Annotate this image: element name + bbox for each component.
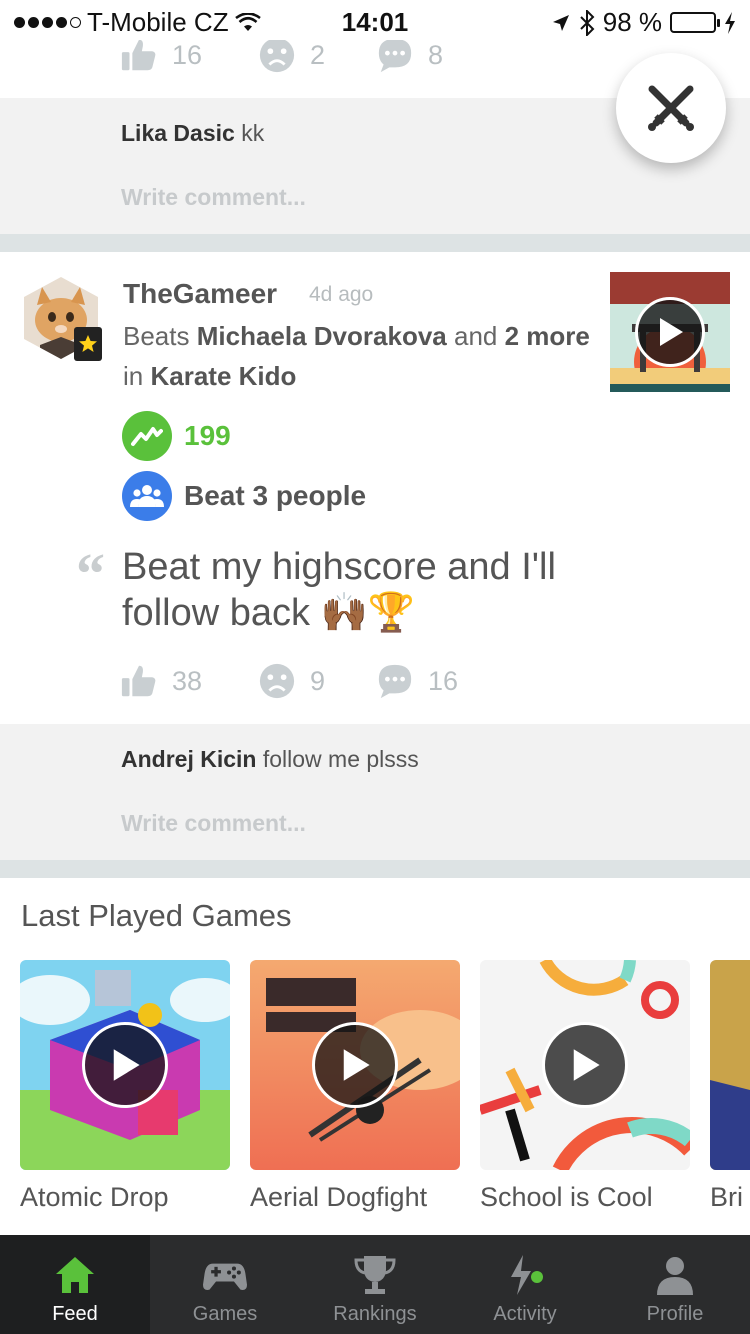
battery-percent: 98 % xyxy=(602,7,662,37)
tab-rankings[interactable]: Rankings xyxy=(300,1235,450,1334)
comments-button[interactable]: 8 xyxy=(376,36,514,74)
gamepad-icon xyxy=(203,1263,247,1290)
like-button[interactable]: 16 xyxy=(120,36,258,74)
game-art xyxy=(480,960,690,1170)
beat-people-stat: Beat 3 people xyxy=(122,471,366,521)
post-comments-section: Andrej Kicin follow me plsss Write comme… xyxy=(0,724,750,860)
tab-activity[interactable]: Activity xyxy=(450,1235,600,1334)
prev-post-reactions: 16 2 8 xyxy=(120,36,514,74)
play-button[interactable] xyxy=(635,297,705,367)
tab-label: Feed xyxy=(52,1303,98,1325)
tab-label: Rankings xyxy=(333,1303,417,1325)
game-card-school-is-cool[interactable]: School is Cool xyxy=(480,960,690,1213)
play-button[interactable] xyxy=(82,1022,168,1108)
more-count[interactable]: 2 more xyxy=(505,321,590,351)
tab-games[interactable]: Games xyxy=(150,1235,300,1334)
like-count: 16 xyxy=(172,39,203,70)
tab-profile[interactable]: Profile xyxy=(600,1235,750,1334)
game-card-atomic-drop[interactable]: Atomic Drop xyxy=(20,960,230,1213)
sad-count: 9 xyxy=(310,665,326,696)
comment-author: Andrej Kicin xyxy=(121,746,257,772)
trophy-icon xyxy=(354,1256,396,1294)
tab-feed[interactable]: Feed xyxy=(0,1235,150,1334)
sad-count: 2 xyxy=(310,39,326,70)
star-badge-icon xyxy=(74,327,102,361)
sad-face-icon xyxy=(259,37,295,73)
like-count: 38 xyxy=(172,665,203,696)
comment-bubble-icon xyxy=(378,38,412,73)
write-comment-input[interactable]: Write comment... xyxy=(121,184,306,211)
game-name: Aerial Dogfight xyxy=(250,1182,428,1212)
game-name: School is Cool xyxy=(480,1182,653,1212)
tab-bar: Feed Games Rankings Activity Profile xyxy=(0,1235,750,1334)
crossed-swords-icon xyxy=(648,85,694,131)
game-name[interactable]: Karate Kido xyxy=(150,361,296,391)
post-reactions: 38 9 16 xyxy=(120,662,514,700)
post-quote: Beat my highscore and I'll follow back 🙌… xyxy=(122,546,556,634)
comment: Lika Dasic kk xyxy=(121,120,264,147)
play-icon xyxy=(343,1049,370,1081)
divider xyxy=(0,860,750,878)
bluetooth-icon xyxy=(580,9,595,36)
status-bar: T-Mobile CZ 14:01 98 % xyxy=(0,0,750,40)
quote-mark-icon: “ xyxy=(76,541,105,606)
comments-button[interactable]: 16 xyxy=(376,662,514,700)
sad-face-icon xyxy=(259,663,295,699)
tab-label: Activity xyxy=(493,1303,557,1325)
score-value: 199 xyxy=(184,420,231,451)
score-trend-icon xyxy=(122,411,172,461)
sad-button[interactable]: 2 xyxy=(258,36,376,74)
game-art xyxy=(250,960,460,1170)
home-icon xyxy=(56,1257,94,1293)
game-art xyxy=(710,960,750,1170)
post-username[interactable]: TheGameer xyxy=(123,278,277,310)
divider xyxy=(0,234,750,252)
beaten-user[interactable]: Michaela Dvorakova xyxy=(197,321,447,351)
game-video-thumbnail[interactable] xyxy=(610,272,730,392)
game-name: Atomic Drop xyxy=(20,1182,169,1212)
play-icon xyxy=(113,1049,140,1081)
tab-label: Profile xyxy=(646,1303,704,1325)
battery-icon xyxy=(670,12,720,33)
play-icon xyxy=(660,318,683,346)
play-icon xyxy=(573,1049,600,1081)
game-name: Bri xyxy=(710,1182,743,1212)
comment-count: 16 xyxy=(428,665,459,696)
play-button[interactable] xyxy=(312,1022,398,1108)
beat-people-text: Beat 3 people xyxy=(184,480,367,511)
comment: Andrej Kicin follow me plsss xyxy=(121,746,419,773)
thumbs-up-icon xyxy=(121,39,156,71)
last-played-carousel[interactable]: Atomic Drop Aerial Dogfight School is Co… xyxy=(20,960,750,1220)
beats-label: Beats xyxy=(123,321,190,351)
activity-icon xyxy=(511,1255,543,1295)
comment-author: Lika Dasic xyxy=(121,120,235,146)
in-label: in xyxy=(123,361,144,391)
play-button[interactable] xyxy=(542,1022,628,1108)
game-art xyxy=(20,960,230,1170)
like-button[interactable]: 38 xyxy=(120,662,258,700)
game-card-aerial-dogfight[interactable]: Aerial Dogfight xyxy=(250,960,460,1213)
person-icon xyxy=(657,1257,693,1295)
comment-text: kk xyxy=(241,120,265,146)
thumbs-up-icon xyxy=(121,665,156,697)
score-stat: 199 xyxy=(122,411,231,461)
tab-label: Games xyxy=(192,1303,258,1325)
charging-icon xyxy=(725,11,735,34)
post-description: Beats Michaela Dvorakova and 2 more in K… xyxy=(123,316,593,396)
post-time: 4d ago xyxy=(309,283,374,306)
comment-bubble-icon xyxy=(378,664,412,699)
comment-text: follow me plsss xyxy=(262,746,419,772)
game-card-partial[interactable]: Bri xyxy=(710,960,750,1213)
and-label: and xyxy=(453,321,498,351)
sad-button[interactable]: 9 xyxy=(258,662,376,700)
group-icon xyxy=(122,471,172,521)
challenge-button[interactable] xyxy=(616,53,726,163)
comment-count: 8 xyxy=(428,39,444,70)
last-played-title: Last Played Games xyxy=(21,898,292,933)
location-icon xyxy=(552,14,569,31)
avatar[interactable] xyxy=(20,275,102,361)
write-comment-input[interactable]: Write comment... xyxy=(121,810,306,837)
